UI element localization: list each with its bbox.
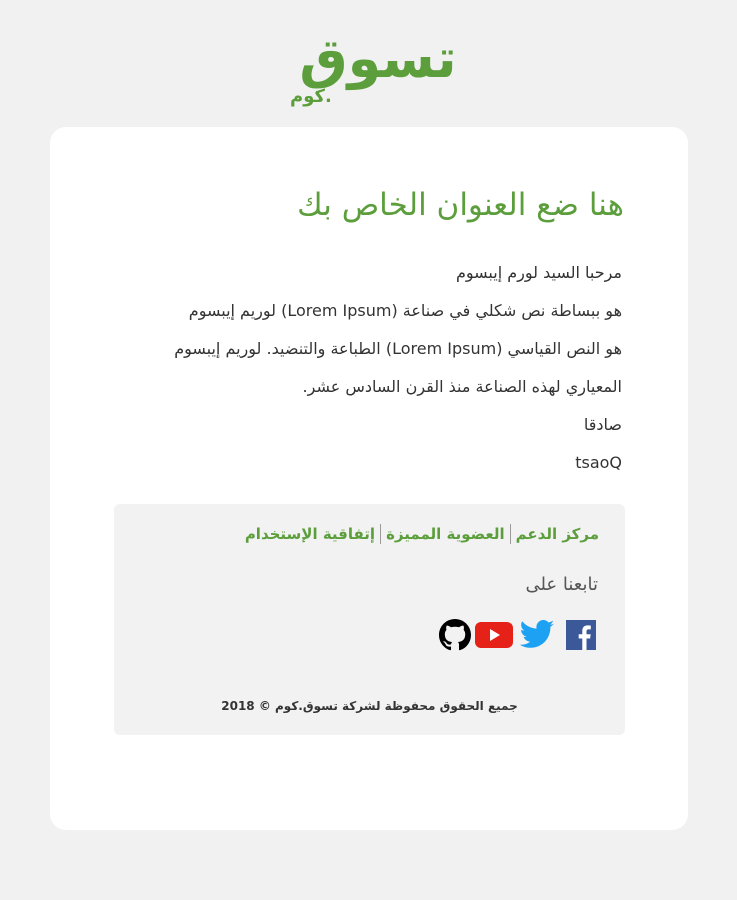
signature-line: tsaoQ (575, 453, 622, 472)
email-footer: مركز الدعم العضوية المميزة إتفاقية الإست… (114, 504, 625, 735)
greeting-line: مرحبا السيد لورم إيبسوم (455, 263, 622, 282)
twitter-icon[interactable] (519, 619, 555, 651)
github-icon[interactable] (439, 619, 471, 651)
body-line-3: المعياري لهذه الصناعة منذ القرن السادس ع… (302, 377, 622, 396)
terms-of-use-link[interactable]: إتفاقية الإستخدام (245, 525, 375, 543)
footer-links: مركز الدعم العضوية المميزة إتفاقية الإست… (245, 524, 599, 544)
copyright-text: جميع الحقوق محفوظة لشركة تسوق.كوم © 2018 (221, 699, 518, 713)
link-divider (380, 524, 382, 544)
social-links (439, 619, 597, 651)
link-divider (509, 524, 511, 544)
logo-sub-text: كوم. (290, 86, 332, 107)
email-body: مرحبا السيد لورم إيبسوم هو ببساطة نص شكل… (102, 254, 622, 482)
facebook-icon[interactable] (565, 619, 597, 651)
youtube-icon[interactable] (475, 619, 513, 651)
email-card: هنا ضع العنوان الخاص بك مرحبا السيد لورم… (50, 127, 688, 830)
brand-logo[interactable]: تسوق كوم. (288, 28, 468, 108)
support-center-link[interactable]: مركز الدعم (516, 525, 599, 543)
premium-membership-link[interactable]: العضوية المميزة (386, 525, 505, 543)
signoff-line: صادقا (583, 415, 622, 434)
body-line-2: هو النص القياسي (Lorem Ipsum) الطباعة وا… (174, 339, 622, 358)
email-title: هنا ضع العنوان الخاص بك (297, 187, 624, 223)
logo-main-text: تسوق (299, 27, 457, 90)
body-line-1: هو ببساطة نص شكلي في صناعة (Lorem Ipsum)… (188, 301, 622, 320)
follow-us-label: تابعنا على (525, 574, 598, 595)
